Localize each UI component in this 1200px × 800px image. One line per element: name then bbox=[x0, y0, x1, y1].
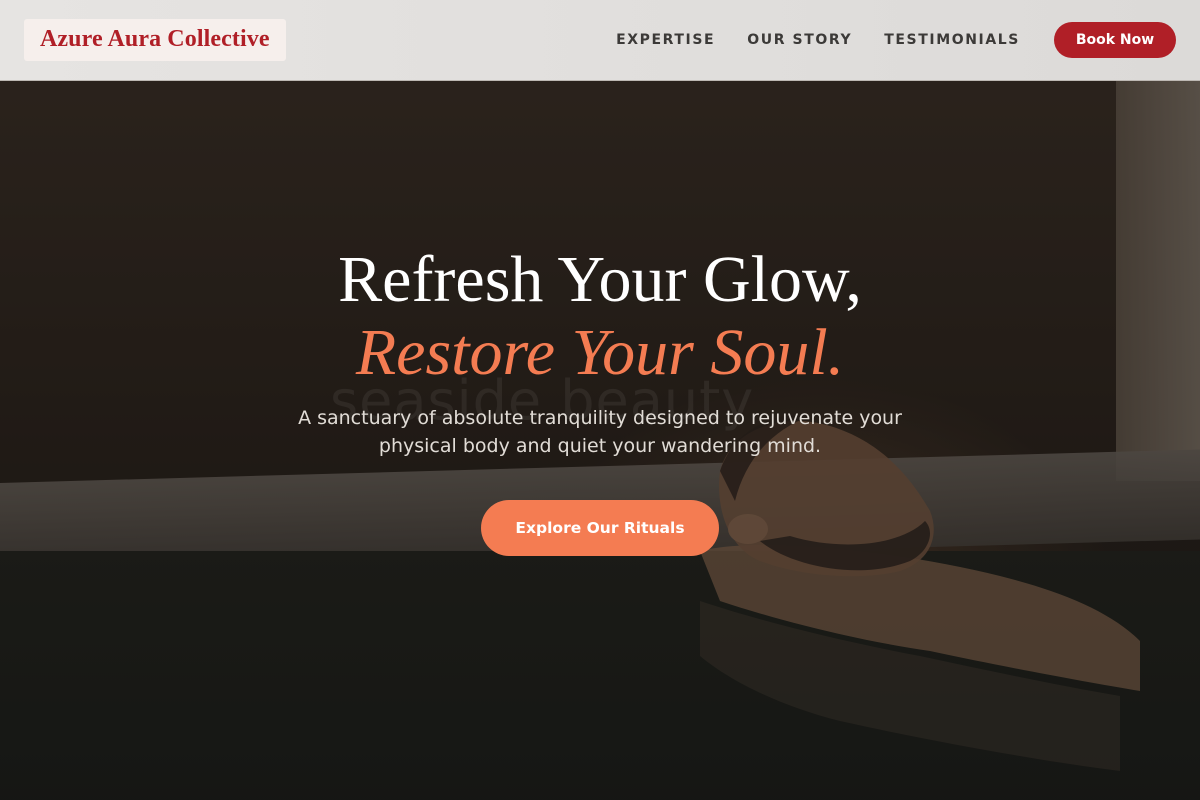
brand-name: Azure Aura Collective bbox=[40, 26, 270, 52]
explore-rituals-button[interactable]: Explore Our Rituals bbox=[481, 500, 719, 556]
book-now-button[interactable]: Book Now bbox=[1054, 22, 1176, 58]
hero-section: seaside beauty Refresh Your Glow, Restor… bbox=[0, 81, 1200, 800]
hero-title-line1: Refresh Your Glow, bbox=[338, 243, 862, 316]
nav-item-testimonials[interactable]: TESTIMONIALS bbox=[884, 32, 1020, 48]
brand-logo[interactable]: Azure Aura Collective bbox=[24, 19, 286, 61]
hero-title-line2: Restore Your Soul. bbox=[355, 316, 845, 389]
nav-item-expertise[interactable]: EXPERTISE bbox=[616, 32, 715, 48]
hero-subtitle: A sanctuary of absolute tranquility desi… bbox=[298, 407, 902, 457]
site-header: Azure Aura Collective EXPERTISE OUR STOR… bbox=[0, 0, 1200, 81]
main-nav: EXPERTISE OUR STORY TESTIMONIALS Book No… bbox=[616, 22, 1176, 58]
nav-item-our-story[interactable]: OUR STORY bbox=[747, 32, 852, 48]
